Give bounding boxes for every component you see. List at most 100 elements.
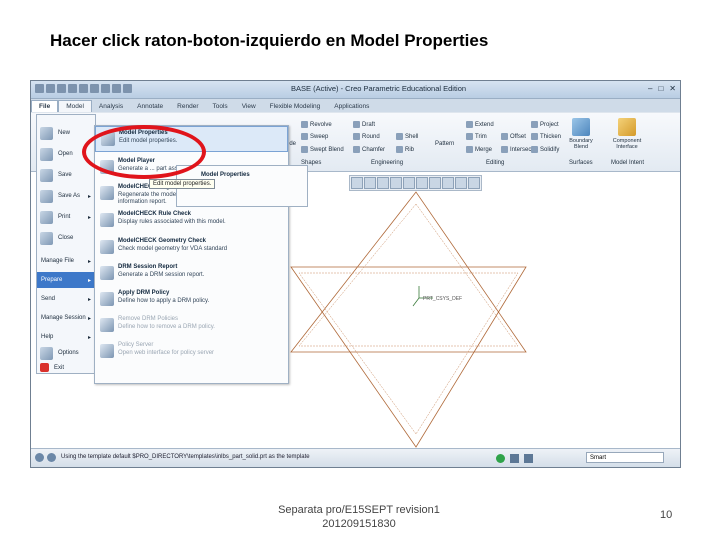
chamfer-button[interactable]: Chamfer [353,146,385,153]
shell-button[interactable]: Shell [396,133,418,140]
file-menu-manage-file[interactable]: Manage File ▸ [37,253,95,269]
tab-applications[interactable]: Applications [327,101,376,112]
sweep-button[interactable]: Sweep [301,133,328,140]
regenerate-icon[interactable] [90,84,99,93]
tab-render[interactable]: Render [170,101,205,112]
file-menu-print[interactable]: Print ▸ [37,207,95,227]
file-menu-save-as[interactable]: Save As ▸ [37,186,95,206]
find-icon[interactable] [510,454,519,463]
group-engineering[interactable]: Engineering [371,160,403,166]
browser-icon[interactable] [47,453,56,462]
save-icon[interactable] [57,84,66,93]
close-doc-icon [40,231,53,245]
chevron-right-icon: ▸ [87,277,91,284]
file-menu-new[interactable]: New [37,123,95,143]
saved-views-icon[interactable] [416,177,428,189]
flyout-title: Model Properties [201,172,250,178]
menu-policy-server[interactable]: Policy Server Open web interface for pol… [95,339,288,365]
tab-view[interactable]: View [235,101,263,112]
footer-line-2: 201209151830 [322,518,396,530]
sketch-triangle-down-inner [298,272,519,435]
open-icon[interactable] [46,84,55,93]
solidify-button[interactable]: Solidify [531,146,559,153]
draft-button[interactable]: Draft [353,121,375,128]
selection-mode-icon[interactable] [524,454,533,463]
trim-button[interactable]: Trim [466,133,487,140]
offset-icon [501,133,508,140]
extend-button[interactable]: Extend [466,121,494,128]
chevron-right-icon: ▸ [87,334,91,341]
menu-drm-session-report[interactable]: DRM Session Report Generate a DRM sessio… [95,261,288,287]
file-menu-exit[interactable]: Exit [37,362,95,373]
offset-button[interactable]: Offset [501,133,526,140]
annotation-display-icon[interactable] [468,177,480,189]
policy-server-icon [100,344,114,358]
intersect-button[interactable]: Intersect [501,146,533,153]
tab-model[interactable]: Model [58,100,92,112]
sketch-triangle-up [290,191,527,353]
refit-icon[interactable] [351,177,363,189]
file-menu-send[interactable]: Send ▸ [37,291,95,307]
selection-filter-select[interactable]: Smart [586,452,664,463]
pattern-button[interactable]: Pattern [435,141,454,147]
new-file-icon [40,126,53,140]
thicken-button[interactable]: Thicken [531,133,561,140]
tab-file[interactable]: File [31,100,59,112]
file-menu-save[interactable]: Save [37,165,95,185]
regen-status-icon [496,454,505,463]
close-icon[interactable]: ✕ [669,84,676,93]
navigator-icon[interactable] [35,453,44,462]
swept-blend-button[interactable]: Swept Blend [301,146,344,153]
chevron-right-icon: ▸ [87,258,91,265]
file-menu-prepare[interactable]: Prepare ▸ [37,272,95,288]
revolve-button[interactable]: Revolve [301,121,332,128]
zoom-in-icon[interactable] [364,177,376,189]
project-icon [531,121,538,128]
tab-tools[interactable]: Tools [206,101,235,112]
sweep-icon [301,133,308,140]
apply-drm-policy-icon [100,292,114,306]
tab-analysis[interactable]: Analysis [92,101,130,112]
group-surfaces[interactable]: Surfaces [569,160,593,166]
slide-title: Hacer click raton-boton-izquierdo en Mod… [50,31,489,50]
group-model-intent[interactable]: Model Intent [611,160,644,166]
zoom-out-icon[interactable] [377,177,389,189]
rib-button[interactable]: Rib [396,146,414,153]
repaint-icon[interactable] [390,177,402,189]
modelcheck-geometry-check-icon [100,240,114,254]
file-menu-options[interactable]: Options [37,343,95,363]
modelcheck-rule-check-icon [100,213,114,227]
group-editing[interactable]: Editing [486,160,504,166]
minimize-icon[interactable]: – [648,84,652,93]
project-button[interactable]: Project [531,121,559,128]
window-icon[interactable] [101,84,110,93]
chevron-down-icon[interactable] [123,84,132,93]
window-titlebar: BASE (Active) - Creo Parametric Educatio… [31,81,680,99]
menu-apply-drm-policy[interactable]: Apply DRM Policy Define how to apply a D… [95,287,288,313]
highlight-ellipse [82,125,206,179]
file-menu-close[interactable]: Close [37,228,95,248]
maximize-icon[interactable]: □ [658,84,663,93]
view-toolbar [349,175,482,191]
tab-annotate[interactable]: Annotate [130,101,170,112]
file-menu-manage-session[interactable]: Manage Session ▸ [37,310,95,326]
boundary-blend-button[interactable]: Boundary Blend [563,118,599,150]
new-icon[interactable] [35,84,44,93]
spin-center-icon[interactable] [455,177,467,189]
component-interface-button[interactable]: Component Interface [609,118,645,150]
merge-button[interactable]: Merge [466,146,492,153]
window-title: BASE (Active) - Creo Parametric Educatio… [291,84,467,93]
orient-icon[interactable] [403,177,415,189]
close-window-icon[interactable] [112,84,121,93]
tooltip: Edit model properties. [149,179,216,189]
menu-modelcheck-geometry-check[interactable]: ModelCHECK Geometry Check Check model ge… [95,235,288,261]
menu-modelcheck-rule-check[interactable]: ModelCHECK Rule Check Display rules asso… [95,208,288,234]
chevron-right-icon: ▸ [87,193,91,200]
round-button[interactable]: Round [353,133,380,140]
display-style-icon[interactable] [429,177,441,189]
undo-icon[interactable] [68,84,77,93]
datum-display-icon[interactable] [442,177,454,189]
tab-flexible-modeling[interactable]: Flexible Modeling [263,101,328,112]
redo-icon[interactable] [79,84,88,93]
menu-remove-drm-policies[interactable]: Remove DRM Policies Define how to remove… [95,313,288,339]
